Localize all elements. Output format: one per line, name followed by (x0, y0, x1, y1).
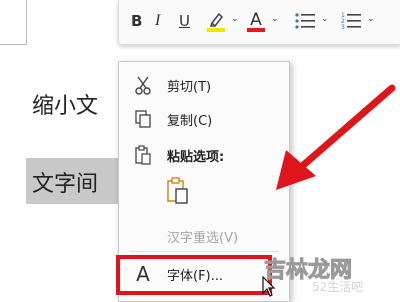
watermark-subtext: 52生活吧 (312, 280, 364, 294)
